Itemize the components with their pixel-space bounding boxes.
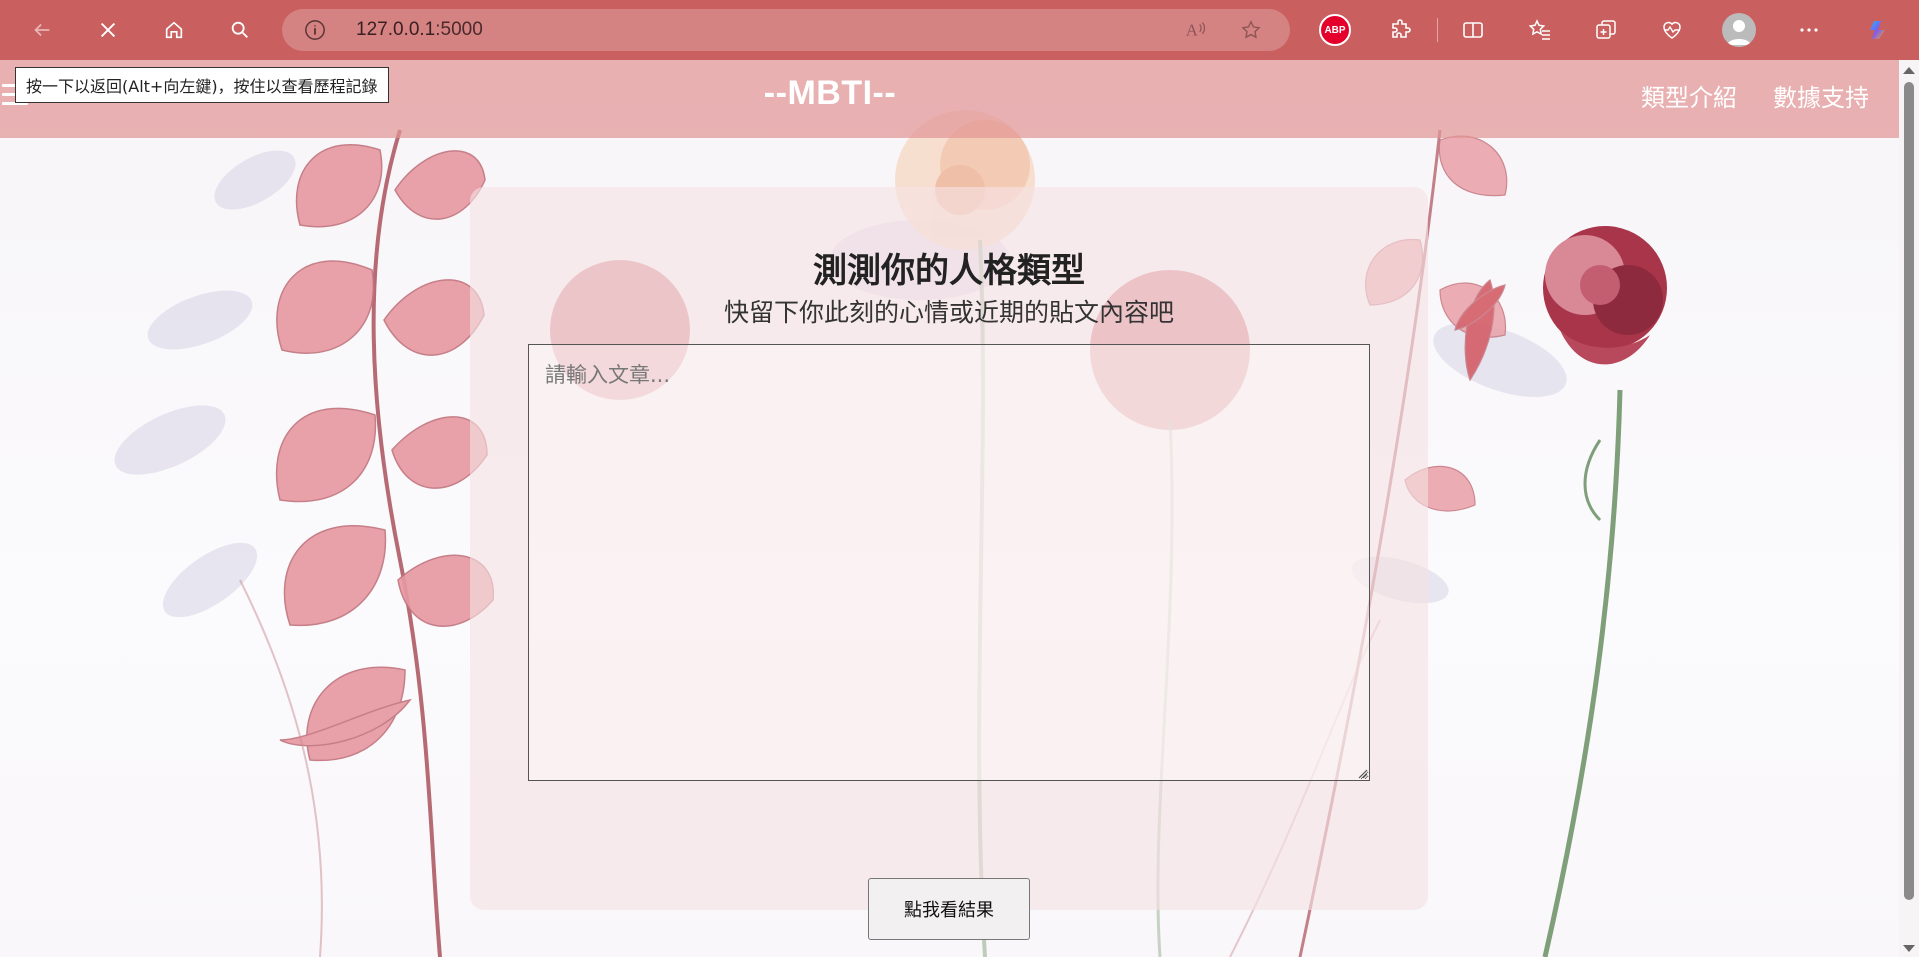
read-aloud-icon[interactable]: A <box>1185 19 1207 41</box>
collections-icon[interactable] <box>1589 13 1623 47</box>
info-icon[interactable] <box>304 19 326 41</box>
search-icon[interactable] <box>223 13 257 47</box>
scroll-down-icon[interactable] <box>1903 945 1915 952</box>
svg-text:A: A <box>1186 21 1198 40</box>
scrollbar-thumb[interactable] <box>1904 82 1914 900</box>
adblock-plus-icon[interactable]: ABP <box>1318 13 1352 47</box>
more-icon[interactable] <box>1792 13 1826 47</box>
back-button-tooltip: 按一下以返回(Alt+向左鍵)，按住以查看歷程記錄 <box>15 67 389 103</box>
favorites-icon[interactable] <box>1523 13 1557 47</box>
star-icon[interactable] <box>1240 19 1262 41</box>
address-bar[interactable]: 127.0.0.1:5000 A <box>282 9 1290 51</box>
page-scrollbar[interactable] <box>1899 60 1919 957</box>
submit-button[interactable]: 點我看結果 <box>868 878 1030 940</box>
home-icon[interactable] <box>157 13 191 47</box>
article-textarea[interactable] <box>528 344 1370 781</box>
toolbar-divider <box>1437 18 1438 42</box>
scroll-up-icon[interactable] <box>1903 67 1915 74</box>
page-viewport: --MBTI-- 類型介紹 數據支持 測測你的人格類型 快留下你此刻的心情或近期… <box>0 60 1899 957</box>
split-screen-icon[interactable] <box>1456 13 1490 47</box>
heart-pulse-icon[interactable] <box>1655 13 1689 47</box>
nav-link-type-intro[interactable]: 類型介紹 <box>1641 78 1737 113</box>
nav-link-data-support[interactable]: 數據支持 <box>1773 78 1869 113</box>
close-icon[interactable] <box>91 13 125 47</box>
copilot-icon[interactable] <box>1862 13 1896 47</box>
page-title: 測測你的人格類型 <box>813 251 1085 291</box>
page-subtitle: 快留下你此刻的心情或近期的貼文內容吧 <box>723 298 1174 327</box>
resize-grip-icon[interactable] <box>1356 767 1368 779</box>
site-nav: 類型介紹 數據支持 <box>1641 78 1869 113</box>
puzzle-icon[interactable] <box>1384 13 1418 47</box>
avatar[interactable] <box>1722 13 1756 47</box>
back-arrow-icon[interactable] <box>25 13 59 47</box>
url-text[interactable]: 127.0.0.1:5000 <box>356 19 483 41</box>
abp-label: ABP <box>1319 14 1351 46</box>
form-card: 測測你的人格類型 快留下你此刻的心情或近期的貼文內容吧 點我看結果 <box>470 187 1428 940</box>
browser-toolbar: 127.0.0.1:5000 A ABP <box>0 0 1919 60</box>
